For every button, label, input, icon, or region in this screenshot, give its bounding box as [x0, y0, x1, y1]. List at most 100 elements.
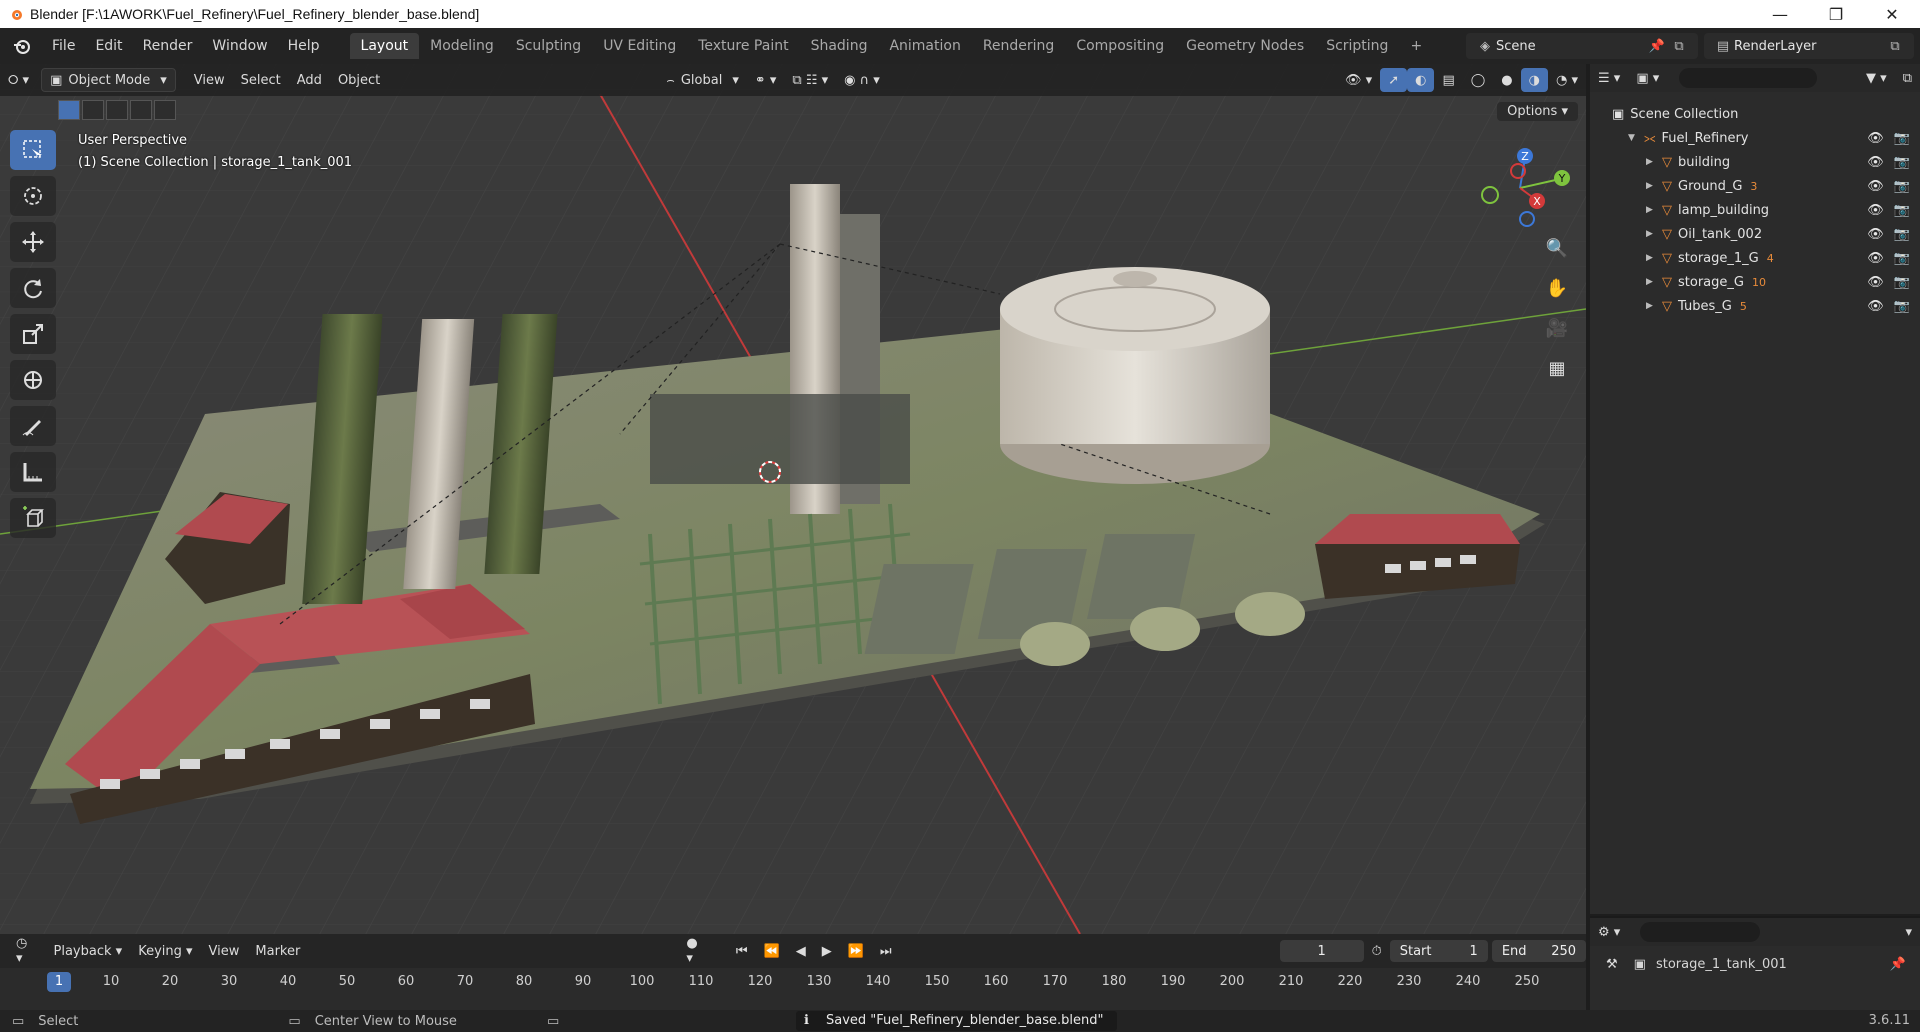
tool-settings-icon[interactable]: ⚒: [1598, 952, 1626, 976]
scene-selector[interactable]: ◈ Scene 📌 ⧉: [1466, 33, 1698, 59]
camera-render-icon[interactable]: 📷: [1894, 203, 1910, 218]
play-icon[interactable]: ▶: [814, 939, 840, 963]
outliner-editor-type-button[interactable]: ☰ ▾: [1590, 66, 1628, 90]
menu-view[interactable]: View: [186, 68, 233, 92]
snap-icon[interactable]: ⧉ ☷ ▾: [784, 68, 836, 92]
menu-file[interactable]: File: [42, 33, 85, 59]
ortho-grid-icon[interactable]: ▦: [1540, 352, 1574, 384]
status-message[interactable]: ℹ Saved "Fuel_Refinery_blender_base.blen…: [796, 1011, 1118, 1031]
minimize-icon[interactable]: —: [1752, 0, 1808, 28]
copy-layer-icon[interactable]: ⧉: [1884, 35, 1906, 57]
editor-type-button[interactable]: ⭘ ▾: [0, 68, 37, 92]
tab-geometry-nodes[interactable]: Geometry Nodes: [1175, 33, 1315, 59]
tab-texture-paint[interactable]: Texture Paint: [687, 33, 799, 59]
menu-marker[interactable]: Marker: [247, 939, 308, 963]
expand-arrow-icon[interactable]: ▶: [1646, 277, 1658, 287]
tab-animation[interactable]: Animation: [878, 33, 971, 59]
select-extend-icon[interactable]: [82, 100, 104, 120]
pivot-point-icon[interactable]: ⚭ ▾: [747, 68, 785, 92]
close-icon[interactable]: ✕: [1864, 0, 1920, 28]
display-mode-button[interactable]: ▣ ▾: [1628, 66, 1667, 90]
add-workspace-button[interactable]: +: [1399, 33, 1433, 59]
measure-icon[interactable]: [10, 452, 56, 492]
camera-render-icon[interactable]: 📷: [1894, 275, 1910, 290]
annotate-icon[interactable]: [10, 406, 56, 446]
filter-icon[interactable]: ▼ ▾: [1858, 66, 1895, 90]
rendered-shading-icon[interactable]: ◔ ▾: [1548, 68, 1586, 92]
camera-render-icon[interactable]: 📷: [1894, 131, 1910, 146]
expand-arrow-icon[interactable]: ▶: [1646, 253, 1658, 263]
tab-shading[interactable]: Shading: [800, 33, 879, 59]
eye-icon[interactable]: 👁: [1867, 299, 1884, 314]
xray-icon[interactable]: ▤: [1434, 68, 1462, 92]
menu-object[interactable]: Object: [330, 68, 388, 92]
blender-logo-icon[interactable]: [12, 36, 32, 56]
outliner-item-row[interactable]: ▶ ▽ storage_G 10 👁 📷: [1590, 270, 1920, 294]
pin-icon[interactable]: 📌: [1890, 957, 1906, 972]
orientation-gizmo[interactable]: Z Y X: [1470, 136, 1580, 236]
transform-orientation-dropdown[interactable]: ⌢ Global ▾: [658, 68, 747, 92]
viewport-scene-render[interactable]: [0, 64, 1586, 934]
select-box-icon[interactable]: [10, 130, 56, 170]
solid-shading-icon[interactable]: ●: [1493, 68, 1520, 92]
timeline-editor-type-button[interactable]: ◷ ▾: [8, 936, 46, 966]
properties-editor-type-button[interactable]: ⚙ ▾: [1590, 920, 1628, 944]
eye-icon[interactable]: 👁: [1867, 251, 1884, 266]
visibility-icon[interactable]: 👁 ▾: [1337, 68, 1380, 92]
select-subtract-icon[interactable]: [106, 100, 128, 120]
camera-render-icon[interactable]: 📷: [1894, 251, 1910, 266]
outliner-item-row[interactable]: ▶ ▽ Oil_tank_002 👁 📷: [1590, 222, 1920, 246]
options-dropdown[interactable]: Options ▾: [1497, 102, 1578, 121]
stopwatch-icon[interactable]: ⏱: [1364, 939, 1390, 963]
jump-keyframe-back-icon[interactable]: ⏪: [756, 939, 788, 963]
camera-render-icon[interactable]: 📷: [1894, 227, 1910, 242]
wireframe-shading-icon[interactable]: ◯: [1463, 68, 1494, 92]
tab-uv-editing[interactable]: UV Editing: [592, 33, 687, 59]
eye-icon[interactable]: 👁: [1867, 227, 1884, 242]
eye-icon[interactable]: 👁: [1867, 203, 1884, 218]
pin-icon[interactable]: 📌: [1646, 35, 1668, 57]
record-icon[interactable]: ● ▾: [678, 936, 716, 966]
tab-modeling[interactable]: Modeling: [419, 33, 505, 59]
frame-ruler[interactable]: 1 10 20 30 40 50 60 70 80 90 100 110 120 130 140 150 16…: [0, 968, 1586, 998]
menu-timeline-view[interactable]: View: [201, 939, 248, 963]
jump-end-icon[interactable]: ⏭: [872, 939, 900, 963]
menu-select[interactable]: Select: [233, 68, 289, 92]
overlay-toggle-icon[interactable]: ◐: [1407, 68, 1435, 92]
select-intersect-icon[interactable]: [154, 100, 176, 120]
select-invert-icon[interactable]: [130, 100, 152, 120]
eye-icon[interactable]: 👁: [1867, 155, 1884, 170]
transform-icon[interactable]: [10, 360, 56, 400]
zoom-icon[interactable]: 🔍: [1540, 232, 1574, 264]
end-frame-field[interactable]: End 250: [1491, 940, 1587, 962]
menu-keying[interactable]: Keying ▾: [130, 939, 200, 963]
eye-icon[interactable]: 👁: [1867, 275, 1884, 290]
view-layer-selector[interactable]: ▤ RenderLayer ⧉: [1704, 33, 1914, 59]
jump-start-icon[interactable]: ⏮: [728, 939, 756, 963]
eye-icon[interactable]: 👁: [1867, 131, 1884, 146]
expand-arrow-icon[interactable]: ▶: [1646, 301, 1658, 311]
camera-render-icon[interactable]: 📷: [1894, 155, 1910, 170]
tab-compositing[interactable]: Compositing: [1065, 33, 1175, 59]
menu-playback[interactable]: Playback ▾: [46, 939, 131, 963]
scene-collection-row[interactable]: ▣ Scene Collection: [1590, 102, 1920, 126]
outliner-item-row[interactable]: ▶ ▽ building 👁 📷: [1590, 150, 1920, 174]
properties-menu-icon[interactable]: ▾: [1897, 920, 1920, 944]
menu-render[interactable]: Render: [133, 33, 203, 59]
add-cube-icon[interactable]: [10, 498, 56, 538]
scale-icon[interactable]: [10, 314, 56, 354]
copy-icon[interactable]: ⧉: [1668, 35, 1690, 57]
current-frame-field[interactable]: 1: [1279, 940, 1364, 962]
outliner-collection-row[interactable]: ▼ ⪥ Fuel_Refinery 👁 📷: [1590, 126, 1920, 150]
menu-help[interactable]: Help: [278, 33, 330, 59]
start-frame-field[interactable]: Start 1: [1389, 940, 1488, 962]
camera-view-icon[interactable]: 🎥: [1540, 312, 1574, 344]
play-reverse-icon[interactable]: ◀: [788, 939, 814, 963]
expand-arrow-icon[interactable]: ▶: [1646, 157, 1658, 167]
tab-rendering[interactable]: Rendering: [972, 33, 1066, 59]
pan-hand-icon[interactable]: ✋: [1540, 272, 1574, 304]
menu-add[interactable]: Add: [289, 68, 330, 92]
outliner-item-row[interactable]: ▶ ▽ Tubes_G 5 👁 📷: [1590, 294, 1920, 318]
outliner-search-input[interactable]: [1679, 68, 1818, 88]
proportional-edit-icon[interactable]: ◉ ∩ ▾: [836, 68, 888, 92]
